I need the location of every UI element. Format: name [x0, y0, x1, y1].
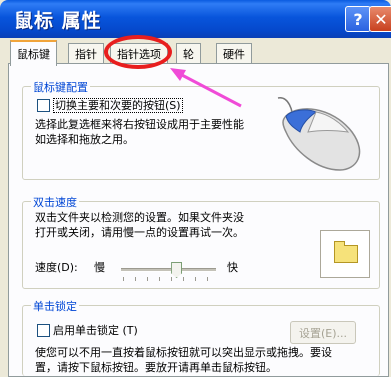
annotation-arrow — [170, 68, 242, 108]
